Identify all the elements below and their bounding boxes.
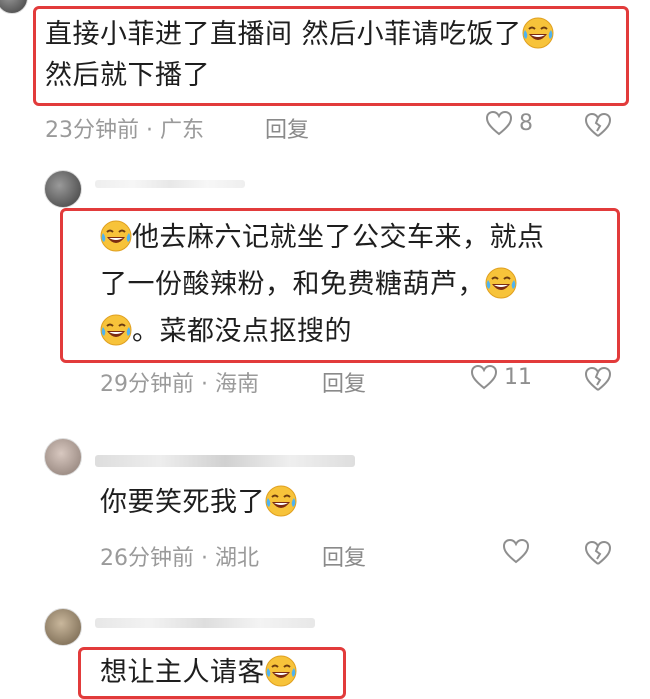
avatar[interactable] [44, 608, 82, 646]
comment-text: 你要笑死我了 [100, 483, 297, 523]
laughing-crying-emoji [485, 267, 517, 299]
username-blurred [95, 455, 355, 467]
laughing-crying-emoji [100, 314, 132, 346]
comment-location: 海南 [215, 372, 260, 397]
comment-line: 想让主人请客 [100, 657, 265, 688]
comment-time: 26分钟前 [100, 546, 194, 571]
like-button[interactable]: 11 [470, 364, 532, 390]
comment-line: 了一份酸辣粉，和免费糖葫芦， [100, 269, 485, 300]
comment-text: 了一份酸辣粉，和免费糖葫芦， [100, 265, 517, 305]
broken-heart-icon[interactable] [584, 366, 612, 392]
like-button[interactable] [502, 538, 530, 564]
laughing-crying-emoji [265, 655, 297, 687]
avatar[interactable] [44, 170, 82, 208]
comment-text: 想让主人请客 [100, 653, 297, 693]
laughing-crying-emoji [100, 220, 132, 252]
broken-heart-icon[interactable] [584, 540, 612, 566]
comment-line: 。菜都没点抠搜的 [132, 316, 352, 347]
reply-button[interactable]: 回复 [322, 540, 366, 572]
comment-line: 你要笑死我了 [100, 487, 265, 518]
comment-text: 然后就下播了 [45, 56, 210, 96]
heart-outline-icon [485, 110, 513, 136]
like-button[interactable]: 8 [485, 110, 533, 136]
laughing-crying-emoji [521, 17, 554, 49]
comment-meta: 29分钟前 · 海南 [100, 366, 259, 398]
comment-text: 直接小菲进了直播间 然后小菲请吃饭了 [45, 15, 554, 55]
avatar[interactable] [0, 0, 28, 14]
comment-time: 23分钟前 [45, 118, 139, 143]
username-blurred [95, 180, 245, 188]
comment-line: 他去麻六记就坐了公交车来，就点 [132, 222, 545, 253]
comment-meta: 26分钟前 · 湖北 [100, 540, 259, 572]
comment-text: 。菜都没点抠搜的 [100, 312, 352, 352]
reply-button[interactable]: 回复 [322, 366, 366, 398]
heart-outline-icon [470, 364, 498, 390]
comment-line: 直接小菲进了直播间 然后小菲请吃饭了 [45, 19, 522, 50]
comment-time: 29分钟前 [100, 372, 194, 397]
username-blurred [95, 618, 315, 628]
reply-button[interactable]: 回复 [265, 112, 309, 144]
comment-location: 湖北 [215, 546, 260, 571]
meta-separator: · [146, 118, 153, 143]
comment-location: 广东 [160, 118, 205, 143]
avatar[interactable] [44, 438, 82, 476]
like-count: 8 [519, 110, 533, 136]
comment-line: 然后就下播了 [45, 60, 210, 91]
like-count: 11 [504, 364, 532, 390]
meta-separator: · [201, 372, 208, 397]
comment-text: 他去麻六记就坐了公交车来，就点 [100, 218, 545, 258]
broken-heart-icon[interactable] [584, 112, 612, 138]
laughing-crying-emoji [265, 485, 297, 517]
comment-meta: 23分钟前 · 广东 [45, 112, 204, 144]
heart-outline-icon [502, 538, 530, 564]
meta-separator: · [201, 546, 208, 571]
